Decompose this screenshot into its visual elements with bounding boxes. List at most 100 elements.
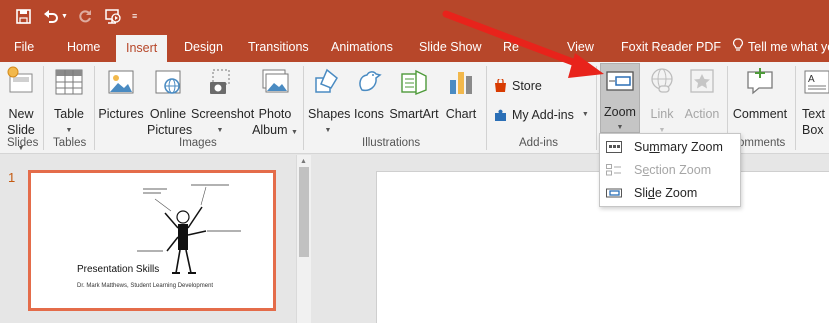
shapes-icon <box>308 66 348 102</box>
text-box-label-1: Text <box>802 107 825 121</box>
smartart-icon <box>389 66 439 102</box>
group-label-addins: Add-ins <box>519 137 558 149</box>
thumbnail-scrollbar[interactable]: ▲ <box>296 155 311 323</box>
save-icon[interactable] <box>14 7 32 25</box>
comment-icon <box>731 66 789 102</box>
icons-icon <box>352 66 386 102</box>
zoom-button[interactable]: Zoom ▼ <box>600 63 640 133</box>
lightbulb-icon <box>733 33 743 63</box>
comment-button[interactable]: Comment <box>731 66 789 122</box>
undo-dropdown-icon[interactable]: ▼ <box>61 13 68 20</box>
section-zoom-label: Section Zoom <box>634 163 712 177</box>
table-label: Table <box>54 107 84 121</box>
group-separator <box>795 66 796 150</box>
store-icon <box>494 79 507 93</box>
slide-zoom-item[interactable]: Slide Zoom <box>600 182 740 204</box>
ribbon-tabs: File Home Insert Design Transitions Anim… <box>0 32 829 62</box>
tab-slide-show[interactable]: Slide Show <box>419 32 482 62</box>
scroll-up-arrow-icon[interactable]: ▲ <box>300 158 307 165</box>
group-separator <box>596 66 597 150</box>
my-addins-dropdown-icon: ▼ <box>581 111 589 118</box>
icons-button[interactable]: Icons <box>352 66 386 122</box>
photo-album-icon <box>252 66 298 102</box>
online-pictures-label-1: Online <box>149 107 187 121</box>
smartart-label: SmartArt <box>389 107 439 121</box>
screenshot-button[interactable]: Screenshot ▼ <box>191 66 255 136</box>
shapes-label: Shapes <box>308 107 351 121</box>
group-label-tables: Tables <box>53 137 87 149</box>
zoom-icon <box>601 68 639 100</box>
comment-label: Comment <box>732 107 788 121</box>
photo-album-label-2: Album ▼ <box>252 123 298 137</box>
my-addins-label: My Add-ins <box>512 108 574 122</box>
slide-number: 1 <box>8 170 16 185</box>
link-label: Link <box>650 107 674 121</box>
start-from-beginning-icon[interactable] <box>104 7 122 25</box>
action-button: Action <box>683 66 721 122</box>
screenshot-icon <box>191 66 249 102</box>
thumbnail-subtitle: Dr. Mark Matthews, Student Learning Deve… <box>77 283 214 289</box>
tab-insert[interactable]: Insert <box>116 35 168 62</box>
table-dropdown-icon: ▼ <box>65 127 73 134</box>
online-pictures-icon <box>147 66 189 102</box>
screenshot-label: Screenshot <box>191 107 255 121</box>
zoom-dropdown-menu: Summary Zoom Section Zoom Slide Zoom <box>599 133 741 207</box>
group-label-comments: omments <box>738 137 786 149</box>
tell-me-box[interactable]: Tell me what you <box>733 32 829 62</box>
photo-album-label-1: Photo <box>258 107 292 121</box>
slide-zoom-icon <box>606 187 622 199</box>
scrollbar-thumb[interactable] <box>299 167 309 257</box>
shapes-dropdown-icon: ▼ <box>324 127 332 134</box>
group-separator <box>486 66 487 150</box>
tab-home[interactable]: Home <box>67 32 100 62</box>
online-pictures-button[interactable]: Online Pictures <box>147 66 193 138</box>
my-addins-button[interactable]: My Add-ins ▼ <box>494 105 589 125</box>
summary-zoom-icon <box>606 141 622 153</box>
customize-qat-icon[interactable]: ≡ <box>132 11 137 21</box>
action-label: Action <box>684 107 720 121</box>
tab-view[interactable]: View <box>567 32 594 62</box>
table-button[interactable]: Table ▼ <box>49 66 89 136</box>
new-slide-icon <box>2 66 40 102</box>
thumbnail-title: Presentation Skills <box>77 264 160 275</box>
chart-label: Chart <box>445 107 477 121</box>
group-label-illustrations: Illustrations <box>362 137 421 149</box>
chart-button[interactable]: Chart <box>443 66 479 122</box>
link-button: Link ▼ <box>644 66 680 136</box>
online-pictures-label-2: Pictures <box>147 123 193 137</box>
zoom-label: Zoom <box>604 105 636 119</box>
store-label: Store <box>512 79 542 93</box>
link-icon <box>644 66 680 102</box>
tab-review[interactable]: Re <box>503 32 519 62</box>
photo-album-button[interactable]: Photo Album ▼ <box>252 66 298 141</box>
screenshot-dropdown-icon: ▼ <box>216 127 224 134</box>
summary-zoom-item[interactable]: Summary Zoom <box>600 136 740 158</box>
group-separator <box>43 66 44 150</box>
slide-thumbnail[interactable]: Presentation Skills Dr. Mark Matthews, S… <box>28 170 276 311</box>
icons-label: Icons <box>354 107 384 121</box>
group-separator <box>94 66 95 150</box>
pictures-button[interactable]: Pictures <box>98 66 144 122</box>
table-icon <box>49 66 89 102</box>
zoom-dropdown-icon: ▼ <box>616 124 624 131</box>
quick-access-toolbar: ▼ ≡ <box>14 7 137 25</box>
action-icon <box>683 66 721 102</box>
shapes-button[interactable]: Shapes ▼ <box>308 66 351 136</box>
group-separator <box>303 66 304 150</box>
section-zoom-item: Section Zoom <box>600 159 740 181</box>
tab-file[interactable]: File <box>14 32 34 62</box>
tab-transitions[interactable]: Transitions <box>248 32 309 62</box>
tab-design[interactable]: Design <box>184 32 223 62</box>
my-addins-icon <box>494 108 507 122</box>
slide-zoom-label: Slide Zoom <box>634 186 698 200</box>
undo-icon[interactable] <box>42 7 60 25</box>
store-button[interactable]: Store <box>494 76 542 96</box>
chart-icon <box>443 66 479 102</box>
text-box-button[interactable]: A Text Box <box>802 66 829 138</box>
smartart-button[interactable]: SmartArt <box>389 66 439 122</box>
tab-animations[interactable]: Animations <box>331 32 393 62</box>
group-label-slides: Slides <box>7 137 39 149</box>
pictures-icon <box>98 66 144 102</box>
new-slide-label-1: New <box>8 107 34 121</box>
tab-foxit-reader-pdf[interactable]: Foxit Reader PDF <box>621 32 721 62</box>
